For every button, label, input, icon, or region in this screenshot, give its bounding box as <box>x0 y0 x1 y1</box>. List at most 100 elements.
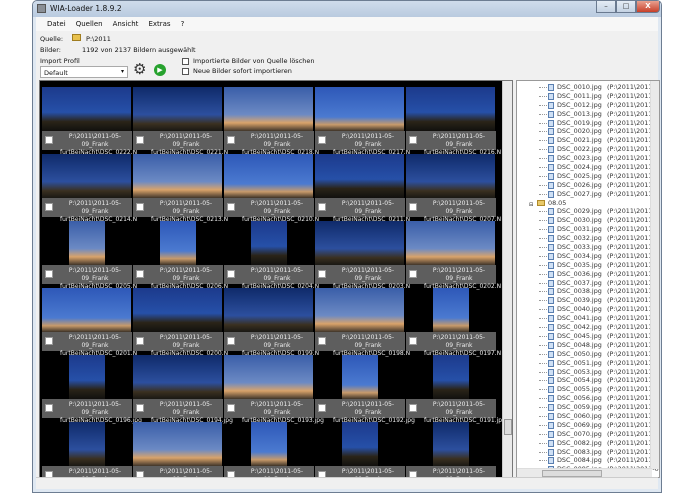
thumbnail-item[interactable]: P:\2011\2011-05-09_Frank furtBeiNacht\DSC… <box>224 286 319 357</box>
import-profile-select[interactable]: Default ▾ <box>40 66 128 78</box>
thumbnail-item[interactable]: P:\2011\2011-05-09_Frank <box>315 420 405 477</box>
close-button[interactable]: X <box>636 1 660 13</box>
thumbnail-item[interactable]: P:\2011\2011-05-09_Frank furtBeiNacht\DSC… <box>224 353 324 424</box>
thumbnail-item[interactable]: P:\2011\2011-05-09_Frank furtBeiNacht\DSC… <box>406 85 501 156</box>
thumbnail-checkbox[interactable] <box>409 203 417 211</box>
play-icon[interactable]: ▶ <box>154 64 166 76</box>
tree-file-item[interactable]: DSC_0045.jpg (P:\2011\2011-05 <box>517 332 659 341</box>
tree-horizontal-scrollbar[interactable] <box>517 468 652 477</box>
instant-import-checkbox[interactable]: Neue Bilder sofort importieren <box>182 67 292 75</box>
thumbnail-checkbox[interactable] <box>45 270 53 278</box>
thumbnail-checkbox[interactable] <box>227 404 235 412</box>
tree-file-item[interactable]: DSC_0070.jpg (P:\2011\2011-05 <box>517 430 659 439</box>
tree-file-item[interactable]: DSC_0055.jpg (P:\2011\2011-05 <box>517 385 659 394</box>
thumbnail-checkbox[interactable] <box>136 404 144 412</box>
thumbnail-checkbox[interactable] <box>318 136 326 144</box>
thumbnail-checkbox[interactable] <box>45 203 53 211</box>
thumbnail-item[interactable]: P:\2011\2011-05-09_Frank <box>224 420 314 477</box>
thumbnail-checkbox[interactable] <box>318 203 326 211</box>
tree-file-item[interactable]: DSC_0050.jpg (P:\2011\2011-05 <box>517 350 659 359</box>
minimize-button[interactable]: – <box>596 1 616 13</box>
thumbnail-item[interactable]: P:\2011\2011-05-09_Frank furtBeiNacht\DSC… <box>42 353 142 424</box>
tree-file-item[interactable]: DSC_0023.jpg (P:\2011\2011-05 <box>517 154 659 163</box>
thumbnail-item[interactable]: P:\2011\2011-05-09_Frank furtBeiNacht\DSC… <box>315 85 410 156</box>
tree-file-item[interactable]: DSC_0054.jpg (P:\2011\2011-05 <box>517 376 659 385</box>
tree-file-item[interactable]: DSC_0038.jpg (P:\2011\2011-05 <box>517 287 659 296</box>
thumbnail-checkbox[interactable] <box>227 337 235 345</box>
tree-vertical-scrollbar[interactable] <box>650 81 659 469</box>
tree-file-item[interactable]: DSC_0027.jpg (P:\2011\2011-05 <box>517 190 659 199</box>
thumbnail-item[interactable]: P:\2011\2011-05-09_Frank furtBeiNacht\DSC… <box>406 219 501 290</box>
tree-file-item[interactable]: DSC_0037.jpg (P:\2011\2011-05 <box>517 279 659 288</box>
thumbnail-checkbox[interactable] <box>318 270 326 278</box>
thumbnail-checkbox[interactable] <box>409 136 417 144</box>
grid-scrollbar[interactable] <box>502 81 512 477</box>
tree-file-item[interactable]: DSC_0021.jpg (P:\2011\2011-05 <box>517 136 659 145</box>
tree-file-item[interactable]: DSC_0020.jpg (P:\2011\2011-05 <box>517 127 659 136</box>
thumbnail-checkbox[interactable] <box>318 337 326 345</box>
tree-file-item[interactable]: DSC_0033.jpg (P:\2011\2011-05 <box>517 243 659 252</box>
grid-scroll-thumb[interactable] <box>504 419 512 435</box>
tree-file-item[interactable]: DSC_0035.jpg (P:\2011\2011-05 <box>517 261 659 270</box>
tree-file-item[interactable]: DSC_0056.jpg (P:\2011\2011-05 <box>517 394 659 403</box>
tree-file-item[interactable]: DSC_0029.jpg (P:\2011\2011-05 <box>517 207 659 216</box>
thumbnail-item[interactable]: P:\2011\2011-05-09_Frank <box>406 420 496 477</box>
tree-file-item[interactable]: DSC_0030.jpg (P:\2011\2011-05 <box>517 216 659 225</box>
thumbnail-item[interactable]: P:\2011\2011-05-09_Frank furtBeiNacht\DSC… <box>406 286 501 357</box>
tree-file-item[interactable]: DSC_0031.jpg (P:\2011\2011-05 <box>517 225 659 234</box>
thumbnail-item[interactable]: P:\2011\2011-05-09_Frank furtBeiNacht\DSC… <box>406 353 506 424</box>
thumbnail-checkbox[interactable] <box>227 203 235 211</box>
thumbnail-item[interactable]: P:\2011\2011-05-09_Frank <box>133 420 223 477</box>
tree-file-item[interactable]: DSC_0053.jpg (P:\2011\2011-05 <box>517 368 659 377</box>
tree-file-item[interactable]: DSC_0041.jpg (P:\2011\2011-05 <box>517 314 659 323</box>
menu-quellen[interactable]: Quellen <box>71 17 108 31</box>
thumbnail-item[interactable]: P:\2011\2011-05-09_Frank furtBeiNacht\DSC… <box>315 286 410 357</box>
thumbnail-item[interactable]: P:\2011\2011-05-09_Frank furtBeiNacht\DSC… <box>315 152 410 223</box>
thumbnail-item[interactable]: P:\2011\2011-05-09_Frank furtBeiNacht\DSC… <box>133 152 228 223</box>
thumbnail-checkbox[interactable] <box>409 404 417 412</box>
thumbnail-checkbox[interactable] <box>45 337 53 345</box>
thumbnail-checkbox[interactable] <box>136 203 144 211</box>
tree-file-item[interactable]: DSC_0010.jpg (P:\2011\2011-05 <box>517 83 659 92</box>
tree-file-item[interactable]: DSC_0040.jpg (P:\2011\2011-05 <box>517 305 659 314</box>
thumbnail-checkbox[interactable] <box>45 136 53 144</box>
gear-icon[interactable]: ⚙ <box>133 62 146 77</box>
menu-ansicht[interactable]: Ansicht <box>108 17 144 31</box>
tree-folder-item[interactable]: ⊟ 08.05 <box>517 199 652 208</box>
tree-file-item[interactable]: DSC_0022.jpg (P:\2011\2011-05 <box>517 145 659 154</box>
thumbnail-checkbox[interactable] <box>318 404 326 412</box>
tree-file-item[interactable]: DSC_0039.jpg (P:\2011\2011-05 <box>517 296 659 305</box>
tree-file-item[interactable]: DSC_0011.jpg (P:\2011\2011-05 <box>517 92 659 101</box>
thumbnail-item[interactable]: P:\2011\2011-05-09_Frank furtBeiNacht\DSC… <box>133 286 228 357</box>
tree-file-item[interactable]: DSC_0012.jpg (P:\2011\2011-05 <box>517 101 659 110</box>
tree-file-item[interactable]: DSC_0060.jpg (P:\2011\2011-05 <box>517 412 659 421</box>
tree-file-item[interactable]: DSC_0025.jpg (P:\2011\2011-05 <box>517 172 659 181</box>
thumbnail-checkbox[interactable] <box>409 337 417 345</box>
maximize-button[interactable]: □ <box>616 1 636 13</box>
thumbnail-item[interactable]: P:\2011\2011-05-09_Frank furtBeiNacht\DSC… <box>133 85 228 156</box>
thumbnail-item[interactable]: P:\2011\2011-05-09_Frank furtBeiNacht\DSC… <box>42 85 137 156</box>
thumbnail-item[interactable]: P:\2011\2011-05-09_Frank furtBeiNacht\DSC… <box>42 152 137 223</box>
thumbnail-item[interactable]: P:\2011\2011-05-09_Frank furtBeiNacht\DSC… <box>315 219 410 290</box>
menu-datei[interactable]: Datei <box>42 17 71 31</box>
thumbnail-item[interactable]: P:\2011\2011-05-09_Frank furtBeiNacht\DSC… <box>42 219 137 290</box>
tree-file-item[interactable]: DSC_0019.jpg (P:\2011\2011-05 <box>517 119 659 128</box>
thumbnail-item[interactable]: P:\2011\2011-05-09_Frank <box>42 420 132 477</box>
tree-file-item[interactable]: DSC_0048.jpg (P:\2011\2011-05 <box>517 341 659 350</box>
tree-file-item[interactable]: DSC_0013.jpg (P:\2011\2011-05 <box>517 110 659 119</box>
tree-file-item[interactable]: DSC_0034.jpg (P:\2011\2011-05 <box>517 252 659 261</box>
tree-file-item[interactable]: DSC_0059.jpg (P:\2011\2011-05 <box>517 403 659 412</box>
tree-file-item[interactable]: DSC_0026.jpg (P:\2011\2011-05 <box>517 181 659 190</box>
tree-file-item[interactable]: DSC_0042.jpg (P:\2011\2011-05 <box>517 323 659 332</box>
tree-file-item[interactable]: DSC_0082.jpg (P:\2011\2011-05 <box>517 439 659 448</box>
folder-open-icon[interactable] <box>72 34 81 41</box>
tree-file-item[interactable]: DSC_0083.jpg (P:\2011\2011-05 <box>517 448 659 457</box>
thumbnail-item[interactable]: P:\2011\2011-05-09_Frank furtBeiNacht\DSC… <box>224 219 319 290</box>
thumbnail-item[interactable]: P:\2011\2011-05-09_Frank furtBeiNacht\DSC… <box>406 152 501 223</box>
tree-file-item[interactable]: DSC_0032.jpg (P:\2011\2011-05 <box>517 234 659 243</box>
thumbnail-checkbox[interactable] <box>227 136 235 144</box>
thumbnail-item[interactable]: P:\2011\2011-05-09_Frank furtBeiNacht\DSC… <box>133 219 228 290</box>
tree-file-item[interactable]: DSC_0036.jpg (P:\2011\2011-05 <box>517 270 659 279</box>
thumbnail-checkbox[interactable] <box>136 136 144 144</box>
thumbnail-item[interactable]: P:\2011\2011-05-09_Frank furtBeiNacht\DSC… <box>42 286 137 357</box>
